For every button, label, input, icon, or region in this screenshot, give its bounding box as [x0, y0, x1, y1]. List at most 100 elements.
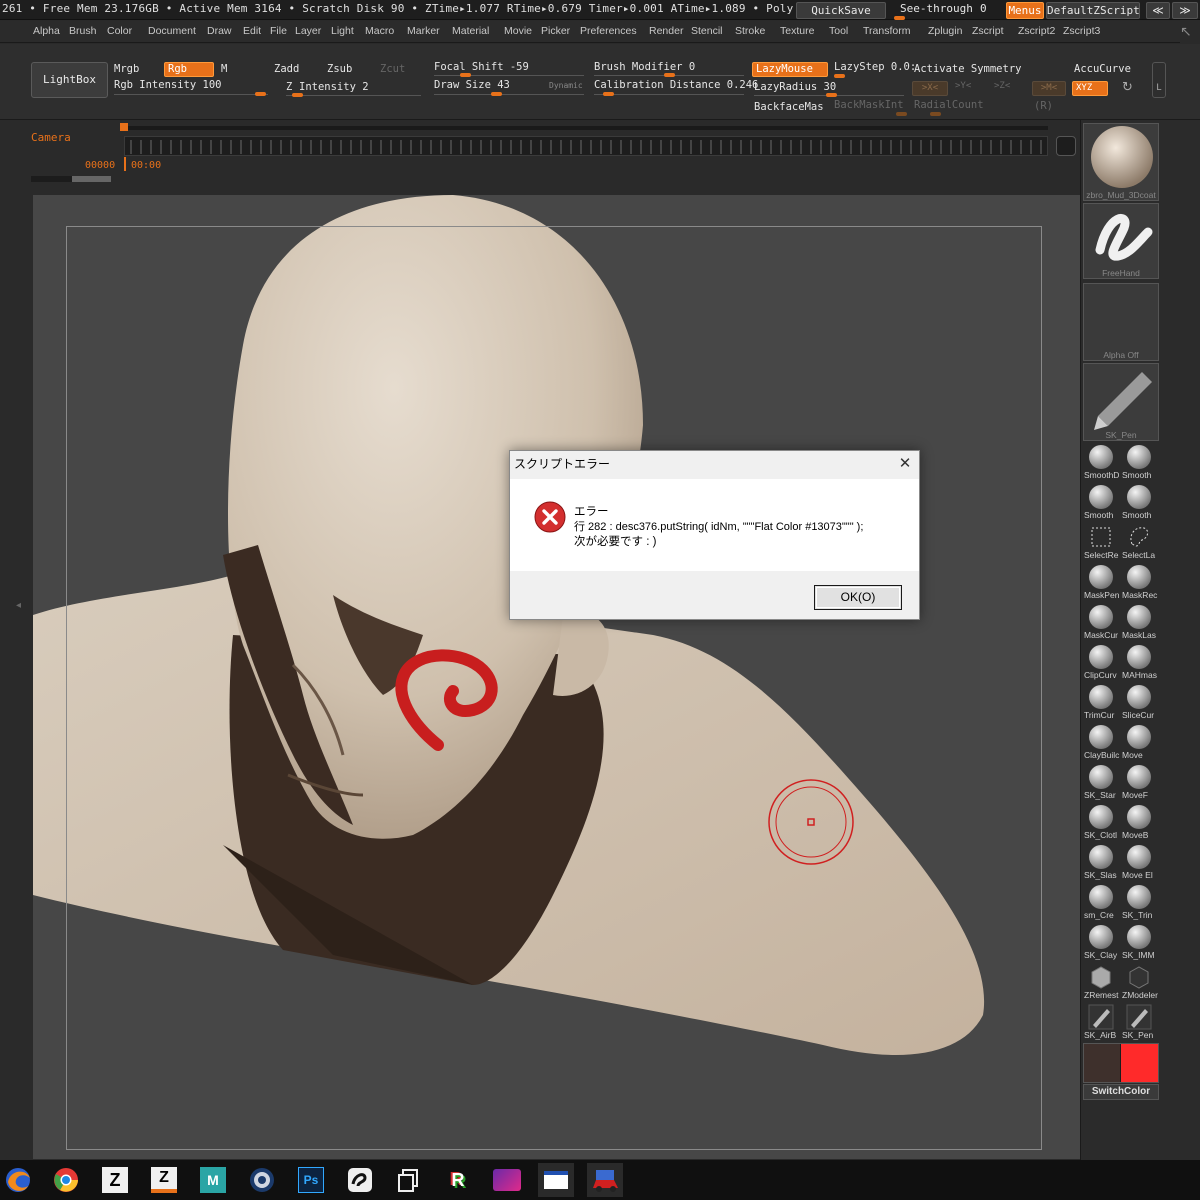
switch-color-button[interactable]: SwitchColor [1083, 1084, 1159, 1100]
brush-selectla-icon[interactable] [1126, 524, 1152, 550]
brush-maskpen-icon[interactable] [1088, 564, 1114, 590]
xyz-button[interactable]: XYZ [1072, 81, 1108, 96]
menu-render[interactable]: Render [649, 25, 683, 37]
menu-movie[interactable]: Movie [504, 25, 532, 37]
draw-size-track[interactable] [434, 94, 584, 95]
main-color-swatch[interactable] [1084, 1044, 1120, 1082]
menu-color[interactable]: Color [107, 25, 132, 37]
rgb-intensity-knob[interactable] [255, 92, 266, 96]
focal-shift-knob[interactable] [460, 73, 471, 77]
radialcount-slider[interactable]: RadialCount [914, 99, 984, 111]
arrows-left-icon[interactable]: ≪ [1146, 2, 1170, 19]
calibration-distance-track[interactable] [594, 94, 744, 95]
quicksave-button[interactable]: QuickSave [796, 2, 886, 19]
calibration-distance-knob[interactable] [603, 92, 614, 96]
draw-size-slider[interactable]: Draw Size 43 [434, 79, 510, 91]
menu-file[interactable]: File [270, 25, 287, 37]
backmaskint-knob[interactable] [896, 112, 907, 116]
z-intensity-knob[interactable] [292, 93, 303, 97]
timeline-scroll-thumb[interactable] [72, 176, 111, 182]
menu-transform[interactable]: Transform [863, 25, 910, 37]
game-app-icon[interactable] [489, 1163, 525, 1197]
brush-sk-airb-icon[interactable] [1088, 1004, 1114, 1030]
menu-zplugin[interactable]: Zplugin [928, 25, 962, 37]
brush-smoothd-icon[interactable] [1088, 444, 1114, 470]
rgb-intensity-track[interactable] [114, 94, 268, 95]
brush-maskrec-icon[interactable] [1126, 564, 1152, 590]
menu-edit[interactable]: Edit [243, 25, 261, 37]
menu-stencil[interactable]: Stencil [691, 25, 723, 37]
menu-zscript2[interactable]: Zscript2 [1018, 25, 1055, 37]
see-through-slider[interactable]: See-through 0 [892, 2, 1000, 20]
brush-smooth-icon[interactable] [1126, 484, 1152, 510]
symmetry-z-button[interactable]: >Z< [994, 81, 1010, 91]
brush-sk-slas-icon[interactable] [1088, 844, 1114, 870]
menu-tool[interactable]: Tool [829, 25, 848, 37]
z-intensity-slider[interactable]: Intensity 2 [299, 81, 369, 93]
menu-picker[interactable]: Picker [541, 25, 570, 37]
brush-modifier-knob[interactable] [664, 73, 675, 77]
lazymouse-button[interactable]: LazyMouse [752, 62, 828, 77]
local-l-button[interactable]: L [1152, 62, 1166, 98]
accucurve-button[interactable]: AccuCurve [1074, 63, 1131, 75]
arrows-right-icon[interactable]: ≫ [1172, 2, 1198, 19]
menu-marker[interactable]: Marker [407, 25, 440, 37]
z-intensity-track[interactable] [286, 95, 421, 96]
menu-texture[interactable]: Texture [780, 25, 814, 37]
lazyradius-knob[interactable] [826, 93, 837, 97]
draw-size-knob[interactable] [491, 92, 502, 96]
rotate-icon[interactable]: ↻ [1122, 80, 1133, 95]
backmaskint-slider[interactable]: BackMaskInt [834, 99, 904, 111]
cinema4d-icon[interactable] [244, 1163, 280, 1197]
brush-sm-cre-icon[interactable] [1088, 884, 1114, 910]
focal-shift-track[interactable] [434, 75, 584, 76]
firefox-icon[interactable] [0, 1163, 36, 1197]
ok-button[interactable]: OK(O) [814, 585, 902, 610]
menu-preferences[interactable]: Preferences [580, 25, 637, 37]
menus-button[interactable]: Menus [1006, 2, 1044, 19]
dynamic-toggle[interactable]: Dynamic [549, 81, 583, 90]
timeline-cursor[interactable] [124, 157, 126, 171]
chrome-icon[interactable] [48, 1163, 84, 1197]
brush-move-el-icon[interactable] [1126, 844, 1152, 870]
brush-trimcur-icon[interactable] [1088, 684, 1114, 710]
window-app-icon[interactable] [538, 1163, 574, 1197]
zbrush-alt-icon[interactable]: Z [146, 1163, 182, 1197]
menu-alpha[interactable]: Alpha [33, 25, 60, 37]
menu-brush[interactable]: Brush [69, 25, 96, 37]
lazystep-slider[interactable]: LazyStep 0.0: [834, 61, 916, 73]
menu-draw[interactable]: Draw [207, 25, 232, 37]
menu-light[interactable]: Light [331, 25, 354, 37]
lazystep-knob[interactable] [834, 74, 845, 78]
brush-movef-icon[interactable] [1126, 764, 1152, 790]
app-curve-icon[interactable] [342, 1163, 378, 1197]
symmetry-y-button[interactable]: >Y< [955, 81, 971, 91]
menu-zscript[interactable]: Zscript [972, 25, 1004, 37]
timeline-start-marker[interactable] [120, 123, 128, 131]
symmetry-x-button[interactable]: >X< [912, 81, 948, 96]
default-zscript-button[interactable]: DefaultZScript [1046, 2, 1140, 19]
brush-sk-pen-icon[interactable] [1126, 1004, 1152, 1030]
m-button[interactable]: M [221, 63, 227, 75]
lazyradius-slider[interactable]: LazyRadius 30 [754, 81, 836, 93]
brush-sk-trin-icon[interactable] [1126, 884, 1152, 910]
photoshop-icon[interactable]: Ps [293, 1163, 329, 1197]
zsub-button[interactable]: Zsub [327, 63, 352, 75]
brush-smooth-icon[interactable] [1126, 444, 1152, 470]
brush-modifier-slider[interactable]: Brush Modifier 0 [594, 61, 695, 73]
car-app-icon[interactable] [587, 1163, 623, 1197]
radial-r-button[interactable]: (R) [1034, 100, 1053, 112]
camera-label[interactable]: Camera [31, 131, 71, 144]
brush-clipcurv-icon[interactable] [1088, 644, 1114, 670]
backface-mask-button[interactable]: BackfaceMas [754, 101, 824, 113]
rgb-button[interactable]: Rgb [164, 62, 214, 77]
lightbox-button[interactable]: LightBox [31, 62, 108, 98]
brush-zmodeler-icon[interactable] [1126, 964, 1152, 990]
symmetry-m-button[interactable]: >M< [1032, 81, 1066, 96]
menu-layer[interactable]: Layer [295, 25, 321, 37]
left-tray-toggle-icon[interactable]: ◂ [16, 600, 21, 611]
close-icon[interactable]: ✕ [896, 454, 914, 472]
brush-maskcur-icon[interactable] [1088, 604, 1114, 630]
brush-smooth-icon[interactable] [1088, 484, 1114, 510]
menu-material[interactable]: Material [452, 25, 489, 37]
